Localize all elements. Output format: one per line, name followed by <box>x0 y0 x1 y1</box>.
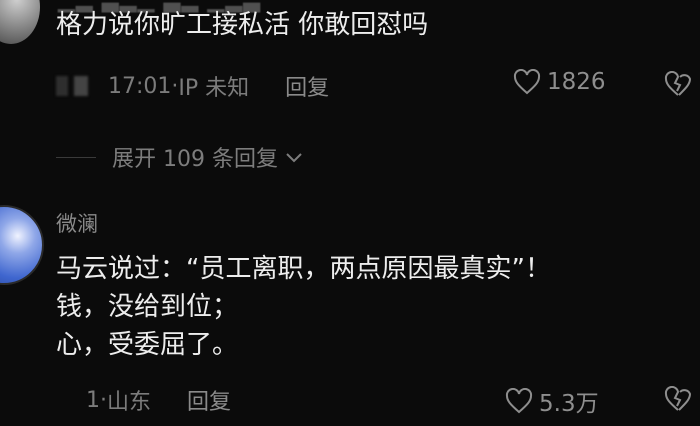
avatar[interactable] <box>0 0 40 44</box>
chevron-down-icon <box>286 153 302 163</box>
like-button[interactable]: 1826 <box>513 69 606 95</box>
comment-meta: 17:01 · IP 未知 回复 <box>56 70 329 102</box>
comment-ip: 山东 <box>107 390 152 415</box>
comment-thread: ▁▂ ▃▂▁ ▃▂ ▁▂▃ 格力说你旷工接私活 你敢回怼吗 17:01 · IP… <box>0 0 700 426</box>
like-count: 5.3万 <box>539 391 599 417</box>
meta-separator: · <box>171 73 179 99</box>
blurred-date <box>56 76 102 96</box>
divider <box>56 156 96 158</box>
username[interactable]: 微澜 <box>56 208 98 238</box>
comment-time: 17:01 <box>108 73 172 99</box>
broken-heart-icon[interactable] <box>664 71 692 97</box>
like-count: 1826 <box>547 69 606 95</box>
heart-icon <box>505 388 533 414</box>
heart-icon <box>513 69 541 95</box>
comment-meta: 1 · 山东 回复 <box>56 384 231 416</box>
like-button[interactable]: 5.3万 <box>505 384 599 418</box>
reply-button[interactable]: 回复 <box>285 70 329 102</box>
expand-replies-label: 展开 109 条回复 <box>112 147 278 172</box>
comment-ip: IP 未知 <box>178 76 250 101</box>
comment-text[interactable]: 马云说过：“员工离职，两点原因最真实”！ 钱，没给到位； 心，受委屈了。 <box>56 250 551 364</box>
comment-time: 1 <box>86 387 100 413</box>
avatar[interactable] <box>0 205 44 285</box>
meta-separator: · <box>100 387 107 413</box>
broken-heart-icon[interactable] <box>664 386 692 412</box>
reply-button[interactable]: 回复 <box>187 384 231 416</box>
comment-text[interactable]: 格力说你旷工接私活 你敢回怼吗 <box>56 6 428 44</box>
expand-replies[interactable]: 展开 109 条回复 <box>56 141 304 173</box>
